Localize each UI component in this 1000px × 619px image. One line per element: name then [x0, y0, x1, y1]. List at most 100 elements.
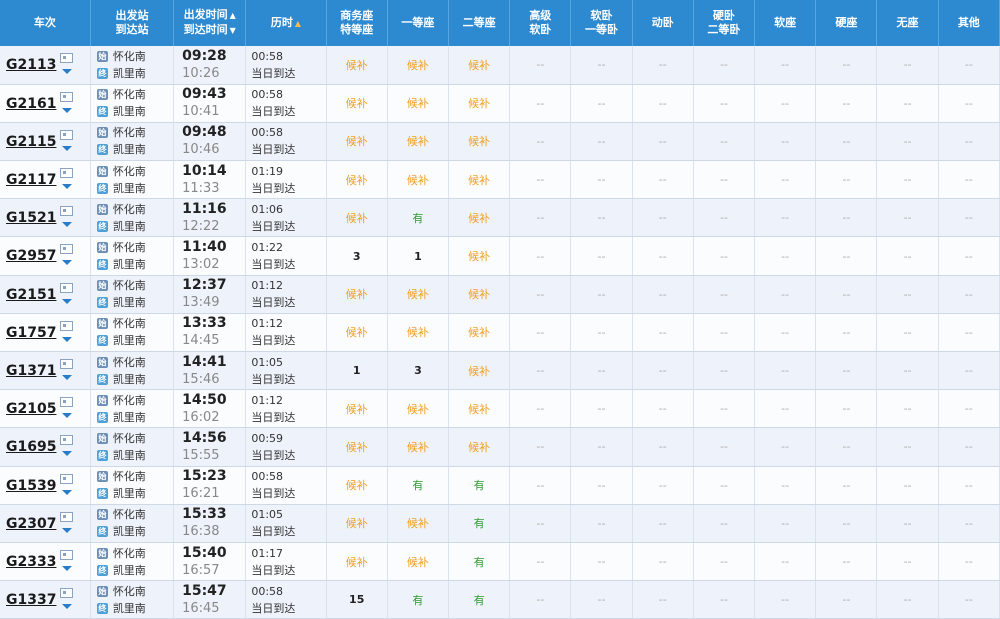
seat-status[interactable]: 15 [349, 593, 364, 606]
seat-status[interactable]: 候补 [346, 174, 368, 187]
table-row[interactable]: G1539 始怀化南 终凯里南 15:23 16:21 00:58 当日到达 候补… [0, 466, 1000, 505]
seat-cell[interactable]: 候补 [448, 236, 511, 276]
seat-status[interactable]: 有 [412, 212, 423, 225]
sort-down-icon[interactable]: ▼ [230, 26, 236, 35]
table-row[interactable]: G1695 始怀化南 终凯里南 14:56 15:55 00:59 当日到达 候补… [0, 427, 1000, 467]
seat-status[interactable]: 候补 [407, 517, 429, 530]
table-row[interactable]: G2151 始怀化南 终凯里南 12:37 13:49 01:12 当日到达 候补… [0, 275, 1000, 314]
id-card-icon[interactable] [60, 397, 73, 408]
train-number-link[interactable]: G1695 [6, 439, 56, 455]
seat-cell[interactable]: 候补 [448, 46, 511, 85]
seat-cell[interactable]: 候补 [387, 313, 450, 353]
seat-status[interactable]: 候补 [468, 212, 490, 225]
seat-status[interactable]: 候补 [407, 174, 429, 187]
seat-cell[interactable]: 3 [326, 236, 388, 276]
chevron-down-icon[interactable] [62, 222, 72, 228]
seat-status[interactable]: 候补 [407, 556, 429, 569]
table-row[interactable]: G2957 始怀化南 终凯里南 11:40 13:02 01:22 当日到达 3 1… [0, 236, 1000, 276]
chevron-down-icon[interactable] [62, 260, 72, 266]
id-card-icon[interactable] [60, 435, 73, 446]
seat-cell[interactable]: 候补 [448, 427, 511, 467]
table-row[interactable]: G2307 始怀化南 终凯里南 15:33 16:38 01:05 当日到达 候补… [0, 504, 1000, 543]
train-number-link[interactable]: G1539 [6, 478, 56, 494]
train-number-link[interactable]: G2957 [6, 248, 56, 264]
seat-status[interactable]: 有 [474, 594, 485, 607]
seat-cell[interactable]: 候补 [387, 160, 450, 200]
chevron-down-icon[interactable] [62, 184, 72, 190]
id-card-icon[interactable] [60, 549, 73, 560]
seat-status[interactable]: 1 [414, 250, 422, 263]
chevron-down-icon[interactable] [62, 527, 72, 533]
id-card-icon[interactable] [60, 53, 73, 63]
chevron-down-icon[interactable] [62, 604, 72, 610]
train-number-link[interactable]: G2115 [6, 134, 56, 150]
seat-cell[interactable]: 候补 [387, 389, 450, 429]
chevron-down-icon[interactable] [62, 145, 72, 151]
id-card-icon[interactable] [60, 91, 73, 102]
seat-status[interactable]: 候补 [468, 135, 490, 148]
header-train[interactable]: 车次 [0, 0, 91, 46]
seat-cell[interactable]: 候补 [326, 46, 388, 85]
seat-status[interactable]: 候补 [468, 174, 490, 187]
chevron-down-icon[interactable] [62, 413, 72, 419]
chevron-down-icon[interactable] [62, 489, 72, 495]
seat-status[interactable]: 候补 [346, 403, 368, 416]
table-row[interactable]: G2115 始怀化南 终凯里南 09:48 10:46 00:58 当日到达 候补… [0, 122, 1000, 162]
seat-status[interactable]: 候补 [346, 288, 368, 301]
train-number-link[interactable]: G2151 [6, 287, 56, 303]
seat-cell[interactable]: 候补 [448, 198, 511, 238]
seat-cell[interactable]: 候补 [326, 466, 388, 505]
table-row[interactable]: G1371 始怀化南 终凯里南 14:41 15:46 01:05 当日到达 1 3… [0, 351, 1000, 391]
chevron-down-icon[interactable] [62, 565, 72, 571]
seat-cell[interactable]: 3 [387, 351, 450, 391]
seat-status[interactable]: 候补 [346, 479, 368, 492]
seat-cell[interactable]: 有 [387, 198, 450, 238]
seat-cell[interactable]: 候补 [326, 542, 388, 582]
seat-status[interactable]: 有 [474, 479, 485, 492]
train-number-link[interactable]: G1337 [6, 592, 56, 608]
seat-cell[interactable]: 有 [448, 504, 511, 543]
seat-status[interactable]: 3 [414, 364, 422, 377]
seat-status[interactable]: 候补 [407, 59, 429, 72]
table-row[interactable]: G1757 始怀化南 终凯里南 13:33 14:45 01:12 当日到达 候补… [0, 313, 1000, 353]
seat-cell[interactable]: 候补 [448, 122, 511, 162]
seat-status[interactable]: 候补 [468, 326, 490, 339]
seat-status[interactable]: 候补 [346, 97, 368, 110]
seat-status[interactable]: 候补 [407, 288, 429, 301]
id-card-icon[interactable] [60, 168, 73, 179]
train-number-link[interactable]: G2333 [6, 554, 56, 570]
chevron-down-icon[interactable] [62, 107, 72, 113]
train-number-link[interactable]: G2105 [6, 401, 56, 417]
table-row[interactable]: G2105 始怀化南 终凯里南 14:50 16:02 01:12 当日到达 候补… [0, 389, 1000, 429]
chevron-down-icon[interactable] [62, 298, 72, 304]
seat-cell[interactable]: 候补 [326, 427, 388, 467]
seat-status[interactable]: 候补 [468, 441, 490, 454]
id-card-icon[interactable] [60, 511, 73, 522]
id-card-icon[interactable] [60, 282, 73, 293]
seat-cell[interactable]: 有 [448, 580, 511, 619]
seat-status[interactable]: 候补 [346, 556, 368, 569]
train-number-link[interactable]: G1371 [6, 363, 56, 379]
seat-cell[interactable]: 有 [448, 466, 511, 505]
seat-status[interactable]: 候补 [346, 212, 368, 225]
table-row[interactable]: G1337 始怀化南 终凯里南 15:47 16:45 00:58 当日到达 15… [0, 580, 1000, 619]
seat-cell[interactable]: 候补 [448, 275, 511, 314]
seat-cell[interactable]: 候补 [387, 275, 450, 314]
seat-cell[interactable]: 候补 [326, 84, 388, 123]
seat-status[interactable]: 候补 [468, 365, 490, 378]
header-times[interactable]: 出发时间 ▲ 到达时间 ▼ [173, 0, 247, 46]
seat-status[interactable]: 候补 [468, 288, 490, 301]
table-row[interactable]: G2161 始怀化南 终凯里南 09:43 10:41 00:58 当日到达 候补… [0, 84, 1000, 123]
seat-status[interactable]: 有 [412, 479, 423, 492]
seat-status[interactable]: 候补 [346, 441, 368, 454]
seat-status[interactable]: 候补 [346, 59, 368, 72]
seat-cell[interactable]: 候补 [326, 198, 388, 238]
seat-status[interactable]: 候补 [468, 97, 490, 110]
seat-cell[interactable]: 候补 [387, 542, 450, 582]
seat-status[interactable]: 有 [474, 517, 485, 530]
train-number-link[interactable]: G2117 [6, 172, 56, 188]
chevron-down-icon[interactable] [62, 336, 72, 342]
seat-status[interactable]: 候补 [468, 59, 490, 72]
seat-cell[interactable]: 1 [387, 236, 450, 276]
table-row[interactable]: G1521 始怀化南 终凯里南 11:16 12:22 01:06 当日到达 候补… [0, 198, 1000, 238]
